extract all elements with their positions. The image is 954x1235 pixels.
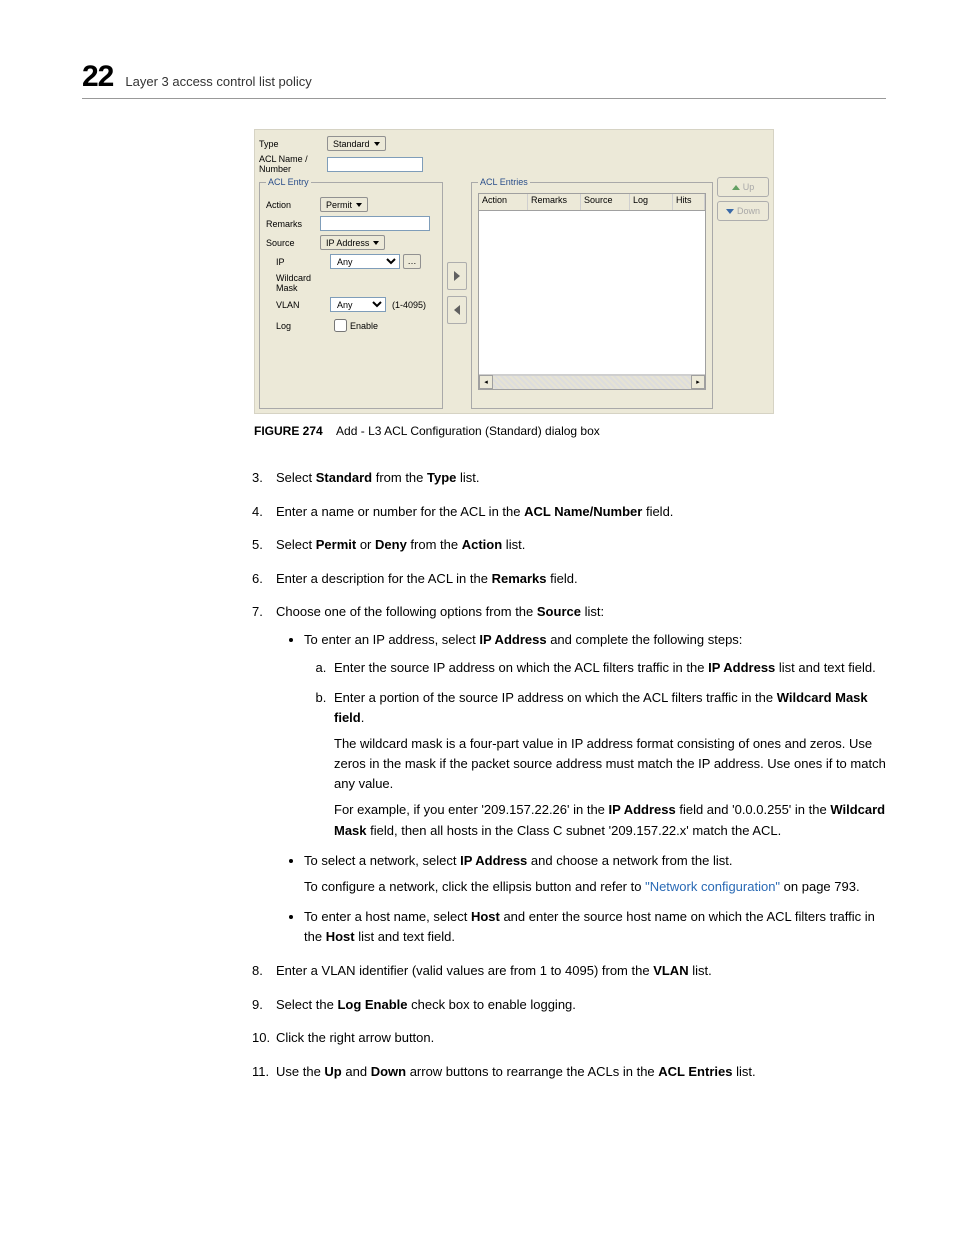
step-8: Enter a VLAN identifier (valid values ar… [252,961,886,981]
source-dropdown[interactable]: IP Address [320,235,385,250]
type-dropdown[interactable]: Standard [327,136,386,151]
col-source: Source [581,194,630,210]
substep-b-p2: For example, if you enter '209.157.22.26… [334,800,886,840]
move-left-button[interactable] [447,296,467,324]
substep-b-p1: The wildcard mask is a four-part value i… [334,734,886,794]
triangle-up-icon [732,185,740,190]
step-9: Select the Log Enable check box to enabl… [252,995,886,1015]
figure-text: Add - L3 ACL Configuration (Standard) di… [336,424,600,438]
acl-entry-legend: ACL Entry [266,177,311,187]
triangle-left-icon [454,305,460,315]
vlan-hint: (1-4095) [392,300,426,310]
chapter-number: 22 [82,60,113,94]
wildcard-mask-label: Wildcard Mask [266,273,330,293]
col-remarks: Remarks [528,194,581,210]
triangle-right-icon [454,271,460,281]
log-enable-label: Enable [350,321,378,331]
chapter-title: Layer 3 access control list policy [125,74,311,89]
up-button[interactable]: Up [717,177,769,197]
action-label: Action [266,200,320,210]
col-action: Action [479,194,528,210]
col-log: Log [630,194,673,210]
bullet-2-p1: To configure a network, click the ellips… [304,877,886,897]
scrollbar[interactable]: ◂ ▸ [479,374,705,389]
action-dropdown[interactable]: Permit [320,197,368,212]
step-7: Choose one of the following options from… [252,602,886,947]
scroll-left-button[interactable]: ◂ [479,375,493,389]
table-body: ◂ ▸ [478,211,706,390]
page-header: 22 Layer 3 access control list policy [82,60,886,99]
substep-b: Enter a portion of the source IP address… [330,688,886,841]
step-5: Select Permit or Deny from the Action li… [252,535,886,555]
log-label: Log [266,321,330,331]
log-checkbox[interactable] [334,319,347,332]
source-label: Source [266,238,320,248]
move-right-button[interactable] [447,262,467,290]
step-10: Click the right arrow button. [252,1028,886,1048]
caret-icon [373,241,379,245]
down-button[interactable]: Down [717,201,769,221]
step-4: Enter a name or number for the ACL in th… [252,502,886,522]
ip-label: IP [266,257,330,267]
ellipsis-button[interactable]: … [403,254,421,269]
vlan-select[interactable]: Any [330,297,386,312]
dialog-screenshot: Type Standard ACL Name / Number ACL Entr… [254,129,774,414]
ip-select[interactable]: Any [330,254,400,269]
figure-caption: FIGURE 274 Add - L3 ACL Configuration (S… [254,424,886,438]
acl-name-field[interactable] [327,157,423,172]
step-3: Select Standard from the Type list. [252,468,886,488]
step-list: Select Standard from the Type list. Ente… [252,468,886,1081]
caret-icon [374,142,380,146]
col-hits: Hits [673,194,705,210]
bullet-2: To select a network, select IP Address a… [304,851,886,897]
network-config-link[interactable]: "Network configuration" [645,879,780,894]
acl-entry-panel: ACL Entry Action Permit Remarks Source I… [259,177,443,409]
triangle-down-icon [726,209,734,214]
caret-icon [356,203,362,207]
bullet-1: To enter an IP address, select IP Addres… [304,630,886,841]
figure-label: FIGURE 274 [254,424,323,438]
acl-entries-panel: ACL Entries Action Remarks Source Log Hi… [471,177,713,409]
remarks-label: Remarks [266,219,320,229]
acl-entries-legend: ACL Entries [478,177,530,187]
scroll-track[interactable] [493,375,691,389]
scroll-right-button[interactable]: ▸ [691,375,705,389]
step-6: Enter a description for the ACL in the R… [252,569,886,589]
bullet-3: To enter a host name, select Host and en… [304,907,886,947]
substep-a: Enter the source IP address on which the… [330,658,886,678]
acl-name-label: ACL Name / Number [259,154,327,174]
table-header: Action Remarks Source Log Hits [478,193,706,211]
remarks-field[interactable] [320,216,430,231]
type-label: Type [259,139,327,149]
step-11: Use the Up and Down arrow buttons to rea… [252,1062,886,1082]
vlan-label: VLAN [266,300,330,310]
